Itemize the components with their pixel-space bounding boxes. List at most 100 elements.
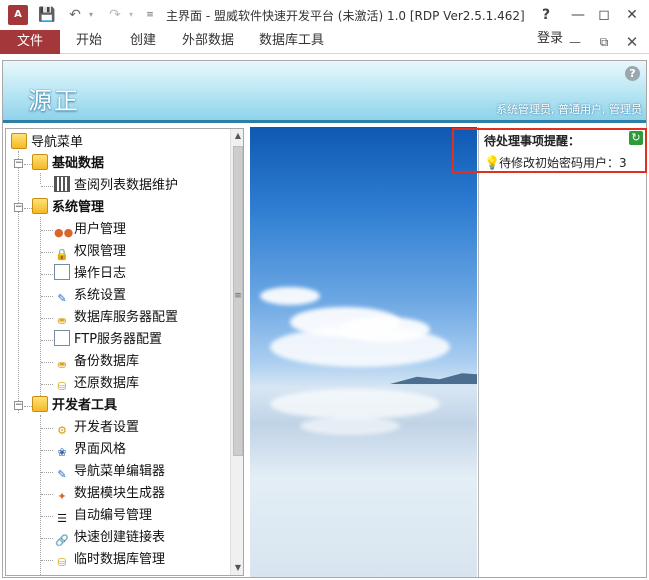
tab-file[interactable]: 文件: [0, 30, 60, 54]
tree-line: [41, 428, 53, 429]
collapse-toggle-icon[interactable]: −: [14, 203, 23, 212]
maximize-window-button[interactable]: ◻: [590, 4, 618, 26]
login-link[interactable]: 登录: [537, 30, 563, 54]
tree-item-user-management[interactable]: ●●用户管理: [54, 219, 126, 241]
collapse-toggle-icon[interactable]: −: [14, 159, 23, 168]
tree-item-label: 系统设置: [74, 288, 127, 303]
users-icon: ●●: [54, 226, 74, 239]
lightbulb-icon: 💡: [484, 156, 501, 171]
tree-line: [41, 318, 53, 319]
minimize-document-button[interactable]: —: [565, 33, 585, 51]
cloud: [260, 287, 320, 305]
tree-line: [41, 362, 53, 363]
window-title: 主界面 - 盟威软件快速开发平台 (未激活) 1.0 [RDP Ver2.5.1…: [166, 9, 525, 23]
tree-group-label: 基础数据: [52, 156, 105, 171]
table-grid-icon: [54, 176, 70, 192]
close-document-button[interactable]: ✕: [622, 33, 642, 51]
customize-toolbar-icon[interactable]: ≡: [144, 5, 156, 25]
palette-icon: ❀: [57, 446, 67, 459]
undo-dropdown-icon[interactable]: ▾: [86, 5, 96, 25]
tree-item-nav-menu-editor[interactable]: ✎ 导航菜单编辑器: [54, 461, 165, 483]
background-picture: [250, 127, 477, 577]
tree-item-create-linked-tables[interactable]: 🔗 快速创建链接表: [54, 527, 165, 549]
tree-line: [41, 538, 53, 539]
tab-home[interactable]: 开始: [76, 30, 102, 54]
tab-external-data[interactable]: 外部数据: [182, 30, 234, 54]
tree-item-label: 操作日志: [74, 266, 127, 281]
tree-line: [41, 494, 53, 495]
restore-document-button[interactable]: ⧉: [594, 33, 614, 51]
numbered-list-icon: ☰: [57, 512, 67, 525]
pending-items-panel: 待处理事项提醒： ↻ 💡待修改初始密码用户：3: [452, 127, 647, 577]
pending-password-users[interactable]: 💡待修改初始密码用户：3: [484, 154, 627, 171]
close-window-button[interactable]: ✕: [618, 4, 646, 26]
tree-line: [41, 472, 53, 473]
tree-item-label: 数据库服务器配置: [74, 310, 179, 325]
collapse-toggle-icon[interactable]: −: [14, 401, 23, 410]
developer-settings-icon: ⚙: [57, 424, 67, 437]
folder-open-icon: [32, 396, 48, 412]
tree-line: [41, 274, 53, 275]
navigation-menu: 导航菜单 − 基础数据 查阅列表数据维护 − 系统管理 ●●用户管理 🔒 权限管理…: [5, 128, 244, 576]
question-icon[interactable]: ?: [625, 66, 640, 81]
tree-item-label: 自动编号管理: [74, 508, 153, 523]
tree-line: [41, 296, 53, 297]
tree-group-system-management[interactable]: 系统管理: [32, 197, 104, 219]
tree-item-lookup-lists[interactable]: 查阅列表数据维护: [54, 175, 178, 197]
header-banner: 源正 ? 系统管理员, 普通用户, 管理员: [3, 61, 646, 123]
tree-item-developer-settings[interactable]: ⚙ 开发者设置: [54, 417, 139, 439]
tree-item-label: 界面风格: [74, 442, 127, 457]
tree-item-db-server-config[interactable]: ⛂ 数据库服务器配置: [54, 307, 178, 329]
folder-open-icon: [32, 198, 48, 214]
tree-line: [41, 384, 53, 385]
help-button[interactable]: ?: [532, 4, 560, 26]
undo-icon[interactable]: ↶: [66, 5, 84, 25]
tree-item-auto-numbering[interactable]: ☰ 自动编号管理: [54, 505, 152, 527]
refresh-icon[interactable]: ↻: [629, 131, 643, 145]
scroll-down-icon[interactable]: ▼: [231, 561, 243, 575]
tree-item-operation-log[interactable]: 操作日志: [54, 263, 126, 285]
tree-line: [41, 230, 53, 231]
save-icon[interactable]: 💾: [38, 5, 56, 25]
redo-icon[interactable]: ↷: [106, 5, 124, 25]
tree-root-label: 导航菜单: [31, 135, 84, 150]
tree-item-system-settings[interactable]: ✎ 系统设置: [54, 285, 126, 307]
tree-line: [41, 186, 53, 187]
tree-line: [41, 560, 53, 561]
tree-line: [41, 340, 53, 341]
settings-edit-icon: ✎: [57, 292, 67, 305]
tree-group-label: 系统管理: [52, 200, 105, 215]
title-bar: A 💾 ↶ ▾ ↷ ▾ ≡ 主界面 - 盟威软件快速开发平台 (未激活) 1.0…: [0, 0, 649, 30]
cloud-reflection: [300, 417, 400, 435]
database-icon: ⛁: [57, 556, 67, 569]
tree-item-temp-database[interactable]: ⛁ 临时数据库管理: [54, 549, 165, 571]
nav-scrollbar[interactable]: ▲ ≡ ▼: [230, 129, 243, 575]
scroll-thumb[interactable]: [233, 146, 243, 456]
tree-item-label: 还原数据库: [74, 376, 140, 391]
tree-item-label: 快速创建链接表: [74, 530, 166, 545]
main-form: 源正 ? 系统管理员, 普通用户, 管理员 导航菜单 − 基础数据 查阅列表数据…: [2, 60, 647, 578]
tree-item-data-module-generator[interactable]: ✦ 数据模块生成器: [54, 483, 165, 505]
tree-line: [41, 252, 53, 253]
tree-item-ftp-server-config[interactable]: FTP服务器配置: [54, 329, 162, 351]
minimize-window-button[interactable]: —: [564, 4, 592, 26]
database-server-icon: ⛂: [57, 314, 67, 327]
tree-item-restore-database[interactable]: ⛁ 还原数据库: [54, 373, 139, 395]
tab-database-tools[interactable]: 数据库工具: [259, 30, 324, 54]
tab-create[interactable]: 创建: [130, 30, 156, 54]
tree-root[interactable]: 导航菜单: [11, 132, 83, 154]
tree-item-permission-management[interactable]: 🔒 权限管理: [54, 241, 126, 263]
tree-item-label: 开发者设置: [74, 420, 140, 435]
redo-dropdown-icon[interactable]: ▾: [126, 5, 136, 25]
scroll-up-icon[interactable]: ▲: [231, 129, 243, 143]
database-backup-icon: ⛂: [57, 358, 67, 371]
tree-item-backup-database[interactable]: ⛂ 备份数据库: [54, 351, 139, 373]
access-app-icon[interactable]: A: [8, 5, 28, 25]
tree-group-developer-tools[interactable]: 开发者工具: [32, 395, 117, 417]
tree-item-label: FTP服务器配置: [74, 332, 163, 347]
cloud: [340, 317, 430, 342]
tree-group-basic-data[interactable]: 基础数据: [32, 153, 104, 175]
edit-icon: ✎: [57, 468, 67, 481]
tree-line: [41, 516, 53, 517]
tree-item-ui-style[interactable]: ❀ 界面风格: [54, 439, 126, 461]
